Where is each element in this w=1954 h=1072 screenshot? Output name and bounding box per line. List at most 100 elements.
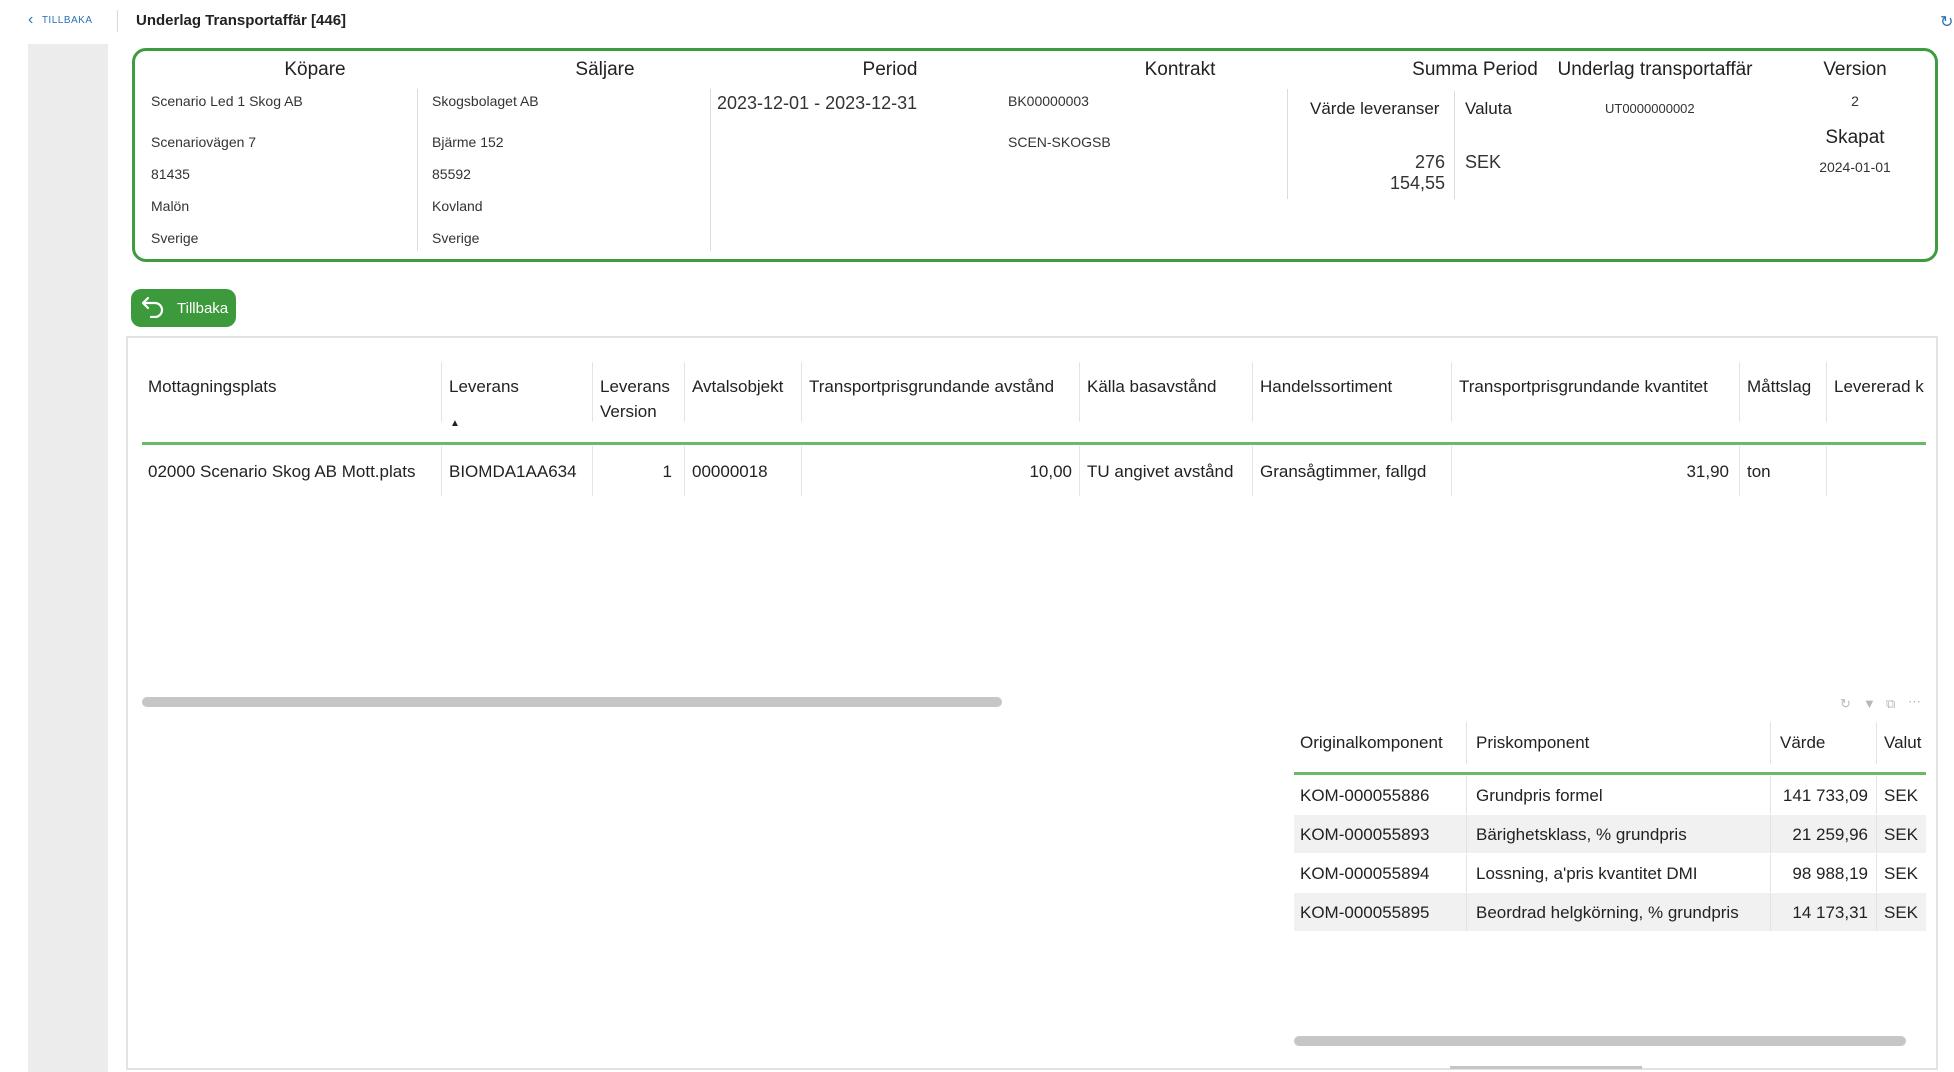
varde-leveranser-label: Värde leveranser — [1310, 99, 1440, 118]
column-separator — [1826, 446, 1827, 496]
saljare-label: Säljare — [575, 59, 635, 80]
cell-handelssortiment: Gransågtimmer, fallgd — [1260, 462, 1427, 481]
col-header-tp-kvantitet[interactable]: Transportprisgrundande kvantitet — [1459, 374, 1708, 399]
underlag-label: Underlag transportaffär — [1557, 59, 1753, 80]
column-separator — [1287, 89, 1288, 199]
column-separator — [1466, 776, 1467, 814]
sub-col-header-varde[interactable]: Värde — [1780, 730, 1825, 755]
horizontal-scrollbar[interactable] — [1450, 1066, 1642, 1069]
left-rail — [28, 44, 108, 1072]
back-link-label: TILLBAKA — [41, 14, 93, 26]
sub-col-header-valuta[interactable]: Valut — [1884, 730, 1926, 755]
cell-varde: 141 733,09 — [1782, 786, 1868, 805]
header-card: Köpare Scenario Led 1 Skog AB Scenariovä… — [132, 48, 1938, 262]
refresh-icon[interactable]: ↻ — [1840, 696, 1851, 712]
header-underline — [142, 442, 1926, 445]
column-separator — [1079, 446, 1080, 496]
col-header-levererad[interactable]: Levererad k — [1834, 374, 1929, 399]
col-header-tp-avstand[interactable]: Transportprisgrundande avstånd — [809, 374, 1054, 399]
main-panel: Mottagningsplats Leverans ▲ Leverans Ver… — [126, 336, 1938, 1070]
cell-valuta: SEK — [1884, 903, 1919, 922]
column-separator — [1079, 362, 1080, 422]
cell-valuta: SEK — [1884, 864, 1919, 883]
col-header-avtalsobjekt[interactable]: Avtalsobjekt — [692, 374, 783, 399]
summa-period-label: Summa Period — [1412, 59, 1538, 80]
cell-leverans: BIOMDA1AA634 — [449, 462, 577, 481]
col-header-kalla[interactable]: Källa basavstånd — [1087, 374, 1216, 399]
export-icon[interactable]: ⧉ — [1886, 696, 1895, 712]
valuta-label: Valuta — [1465, 99, 1512, 118]
col-header-leverans-version-line2: Version — [600, 402, 657, 421]
kontrakt-line: SCEN-SKOGSB — [1008, 134, 1111, 150]
column-separator — [801, 446, 802, 496]
column-separator — [1451, 446, 1452, 496]
cell-valuta: SEK — [1884, 786, 1919, 805]
cell-priskomponent: Bärighetsklass, % grundpris — [1476, 825, 1687, 844]
col-header-leverans[interactable]: Leverans — [449, 374, 519, 399]
refresh-icon[interactable]: ↻ — [1940, 12, 1953, 32]
table-row[interactable]: KOM-000055893 Bärighetsklass, % grundpri… — [1294, 815, 1926, 853]
table-row[interactable]: 02000 Scenario Skog AB Mott.plats BIOMDA… — [142, 446, 1926, 496]
sub-header-underline — [1294, 772, 1926, 775]
cell-priskomponent: Grundpris formel — [1476, 786, 1603, 805]
kopare-line: Malön — [151, 198, 190, 214]
column-separator — [441, 446, 442, 496]
column-separator — [1739, 362, 1740, 422]
col-header-leverans-version[interactable]: Leverans Version — [600, 374, 670, 424]
column-separator — [417, 89, 418, 251]
column-separator — [441, 362, 442, 422]
saljare-line: Sverige — [432, 230, 480, 246]
table-row[interactable]: KOM-000055886 Grundpris formel 141 733,0… — [1294, 776, 1926, 814]
table-row[interactable]: KOM-000055895 Beordrad helgkörning, % gr… — [1294, 893, 1926, 931]
saljare-line: Kovland — [432, 198, 483, 214]
cell-priskomponent: Beordrad helgkörning, % grundpris — [1476, 903, 1739, 922]
cell-mottagningsplats: 02000 Scenario Skog AB Mott.plats — [148, 462, 416, 481]
divider — [117, 10, 118, 32]
horizontal-scrollbar[interactable] — [142, 697, 1002, 707]
col-header-mottagningsplats[interactable]: Mottagningsplats — [148, 374, 277, 399]
column-separator — [1454, 91, 1455, 199]
sub-col-header-originalkomponent[interactable]: Originalkomponent — [1300, 730, 1443, 755]
period-label: Period — [862, 59, 918, 80]
col-header-handelssortiment[interactable]: Handelssortiment — [1260, 374, 1392, 399]
cell-avtalsobjekt: 00000018 — [692, 462, 768, 481]
version-value: 2 — [1851, 93, 1859, 109]
kontrakt-line: BK00000003 — [1008, 93, 1089, 109]
column-separator — [1252, 446, 1253, 496]
cell-valuta: SEK — [1884, 825, 1919, 844]
column-separator — [1451, 362, 1452, 422]
sort-ascending-icon[interactable]: ▲ — [450, 418, 460, 429]
saljare-line: Skogsbolaget AB — [432, 93, 539, 109]
kopare-line: Sverige — [151, 230, 199, 246]
horizontal-scrollbar[interactable] — [1294, 1036, 1906, 1046]
skapat-label: Skapat — [1825, 127, 1885, 148]
undo-arrow-icon — [141, 294, 167, 322]
tillbaka-button[interactable]: Tillbaka — [131, 289, 236, 327]
col-header-mattslag[interactable]: Måttslag — [1747, 374, 1811, 399]
table-row[interactable]: KOM-000055894 Lossning, a'pris kvantitet… — [1294, 854, 1926, 892]
column-separator — [801, 362, 802, 422]
column-separator — [1876, 776, 1877, 814]
column-separator — [710, 89, 711, 251]
more-icon[interactable]: ⋯ — [1908, 694, 1921, 710]
cell-varde: 98 988,19 — [1792, 864, 1868, 883]
cell-priskomponent: Lossning, a'pris kvantitet DMI — [1476, 864, 1698, 883]
column-separator — [1770, 722, 1771, 764]
back-link[interactable]: ‹ TILLBAKA — [28, 12, 93, 28]
varde-leveranser-value: 276 154,55 — [1389, 152, 1445, 193]
column-separator — [1252, 362, 1253, 422]
column-separator — [1876, 722, 1877, 764]
cell-tp-kvantitet: 31,90 — [1686, 462, 1729, 481]
saljare-line: 85592 — [432, 166, 471, 182]
cell-originalkomponent: KOM-000055894 — [1300, 864, 1430, 883]
kopare-line: Scenario Led 1 Skog AB — [151, 93, 303, 109]
filter-icon[interactable]: ▼ — [1863, 696, 1876, 711]
cell-tp-avstand: 10,00 — [1029, 462, 1072, 481]
column-separator — [1466, 722, 1467, 764]
sub-col-header-priskomponent[interactable]: Priskomponent — [1476, 730, 1589, 755]
column-separator — [1826, 362, 1827, 422]
column-separator — [684, 362, 685, 422]
tillbaka-button-label: Tillbaka — [177, 299, 229, 317]
cell-varde: 14 173,31 — [1792, 903, 1868, 922]
period-value: 2023-12-01 - 2023-12-31 — [717, 93, 918, 113]
